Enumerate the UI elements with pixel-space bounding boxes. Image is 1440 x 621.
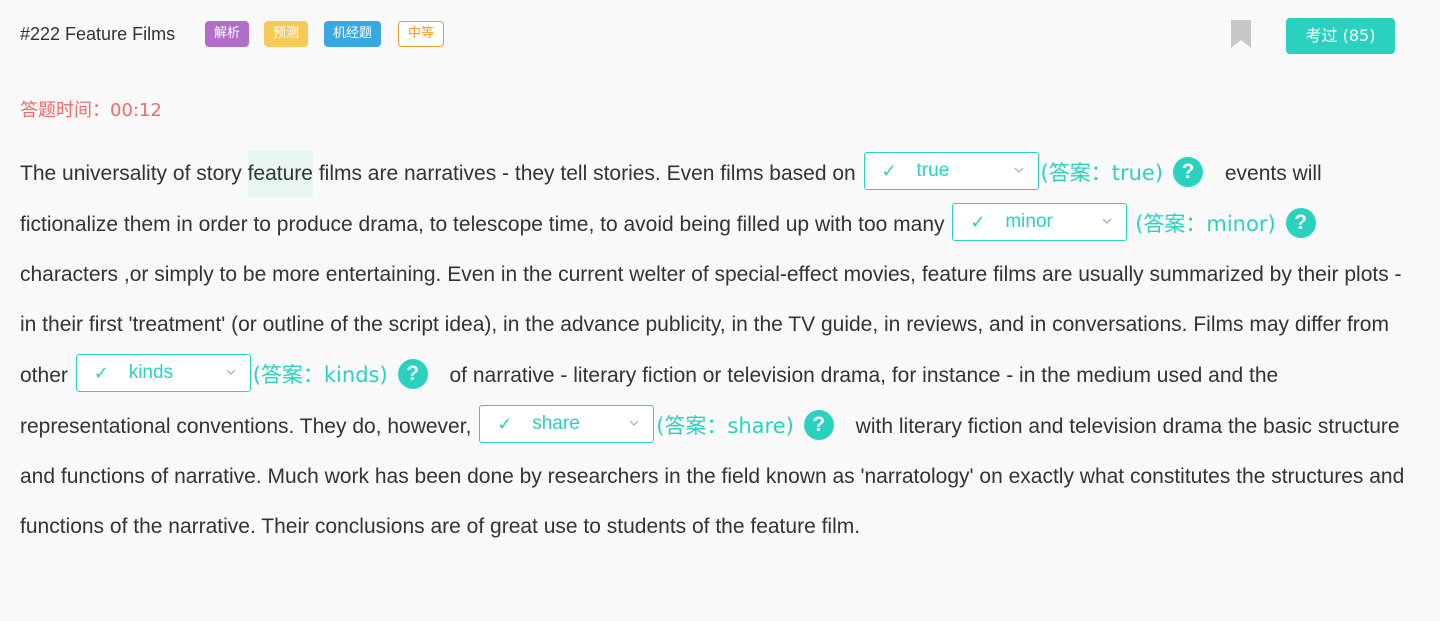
exam-count-button[interactable]: 考过 (85) xyxy=(1286,18,1395,54)
highlighted-word: feature xyxy=(247,150,313,197)
question-header: #222 Feature Films 解析 预测 机经题 中等 考过 (85) xyxy=(20,18,1395,54)
tag-machine-question[interactable]: 机经题 xyxy=(324,21,382,47)
dropdown-value: true xyxy=(916,160,950,182)
tag-prediction[interactable]: 预测 xyxy=(264,21,309,47)
check-icon: ✓ xyxy=(881,161,897,182)
blank-dropdown-4[interactable]: ✓ share xyxy=(479,405,655,444)
timer-value: 00:12 xyxy=(110,100,162,121)
answer-hint: (答案：true) xyxy=(1040,161,1164,185)
answer-timer: 答题时间：00:12 xyxy=(20,96,162,122)
check-icon: ✓ xyxy=(497,414,513,435)
tag-difficulty: 中等 xyxy=(398,21,445,47)
answer-hint: (答案：kinds) xyxy=(252,363,388,387)
help-icon[interactable]: ? xyxy=(397,359,428,390)
dropdown-value: share xyxy=(532,413,580,435)
check-icon: ✓ xyxy=(970,212,986,233)
timer-label: 答题时间： xyxy=(20,100,110,121)
passage-text: The universality of story feature films … xyxy=(20,148,1410,552)
answer-hint: (答案：minor) xyxy=(1135,212,1276,236)
chevron-down-icon xyxy=(1014,168,1023,174)
dropdown-value: minor xyxy=(1005,211,1053,233)
chevron-down-icon xyxy=(629,421,639,427)
bookmark-icon[interactable] xyxy=(1231,20,1251,48)
answer-hint: (答案：share) xyxy=(656,414,794,438)
check-icon: ✓ xyxy=(93,363,109,384)
blank-dropdown-1[interactable]: ✓ true xyxy=(863,152,1039,191)
question-title: #222 Feature Films xyxy=(20,24,176,44)
passage-segment: The universality of story xyxy=(20,162,248,185)
help-icon[interactable]: ? xyxy=(803,410,834,441)
dropdown-value: kinds xyxy=(128,362,174,384)
blank-dropdown-2[interactable]: ✓ minor xyxy=(952,203,1128,242)
tag-analysis[interactable]: 解析 xyxy=(205,21,250,47)
chevron-down-icon xyxy=(226,370,236,376)
passage-segment: films are narratives - they tell stories… xyxy=(312,162,862,185)
chevron-down-icon xyxy=(1102,219,1112,225)
blank-dropdown-3[interactable]: ✓ kinds xyxy=(75,354,251,393)
help-icon[interactable]: ? xyxy=(1285,208,1316,239)
help-icon[interactable]: ? xyxy=(1173,157,1204,188)
